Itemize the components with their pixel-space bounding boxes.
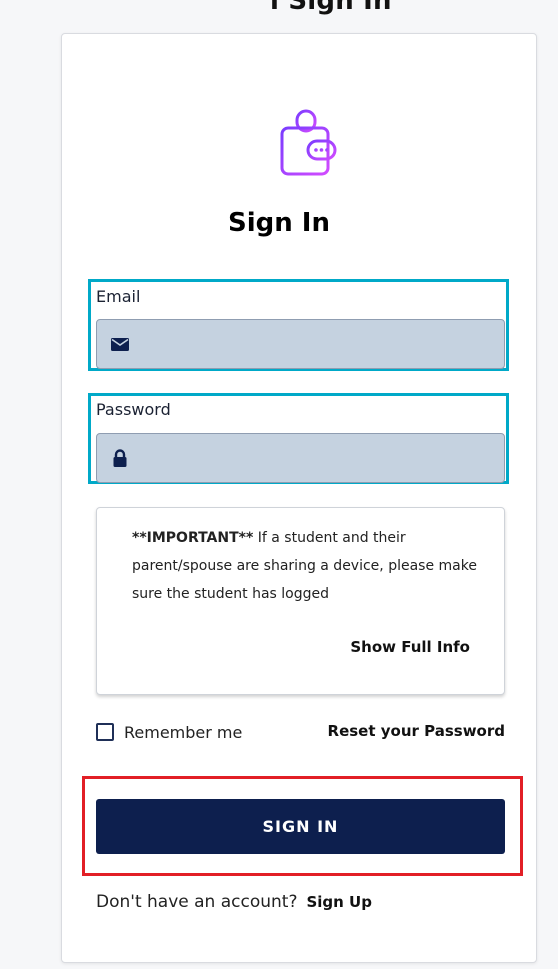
sign-in-button[interactable]: SIGN IN (96, 799, 505, 854)
lock-icon (113, 449, 127, 467)
envelope-icon (111, 338, 129, 351)
email-label: Email (96, 287, 141, 306)
reset-password-link[interactable]: Reset your Password (328, 722, 505, 740)
remember-me-row[interactable]: Remember me (96, 721, 242, 743)
remember-me-label[interactable]: Remember me (124, 723, 242, 742)
email-field[interactable] (96, 319, 505, 369)
wallet-lock-icon (275, 109, 337, 176)
sign-up-prompt: Don't have an account? (96, 892, 298, 912)
sign-up-link[interactable]: Sign Up (306, 893, 372, 911)
remember-me-checkbox[interactable] (96, 723, 114, 741)
sign-in-page: ı Sign In Sign In Email Password **IMPOR… (0, 0, 558, 969)
notice-text: **IMPORTANT** If a student and their par… (132, 524, 480, 608)
show-full-info-link[interactable]: Show Full Info (350, 638, 470, 656)
password-label: Password (96, 400, 171, 419)
clipped-top-heading: ı Sign In (270, 0, 392, 16)
notice-bold-prefix: **IMPORTANT** (132, 530, 254, 546)
page-title: Sign In (228, 208, 330, 238)
important-notice: **IMPORTANT** If a student and their par… (96, 507, 505, 695)
sign-up-row: Don't have an account? Sign Up (96, 892, 372, 912)
password-field[interactable] (96, 433, 505, 483)
